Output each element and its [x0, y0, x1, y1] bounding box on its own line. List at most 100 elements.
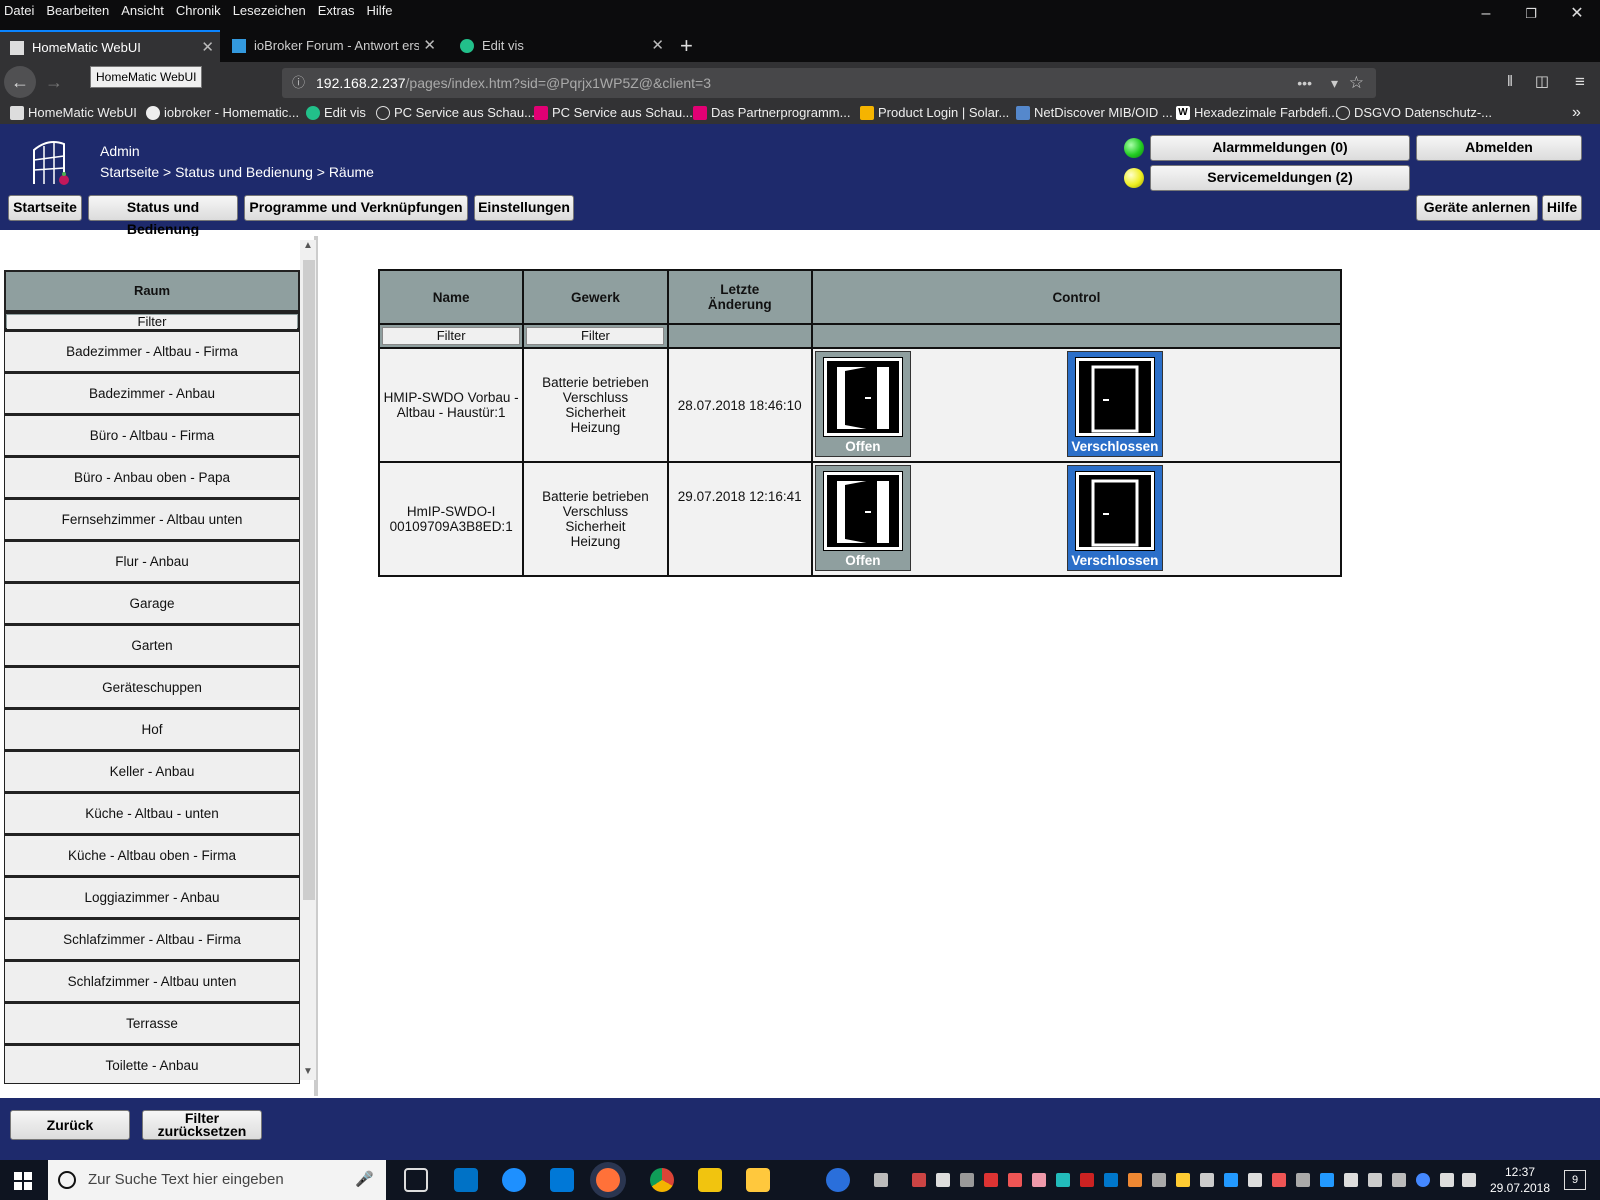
- service-messages-button[interactable]: Servicemeldungen (2): [1150, 165, 1410, 191]
- name-filter-button[interactable]: Filter: [382, 327, 521, 345]
- room-item[interactable]: Büro - Altbau - Firma: [4, 414, 300, 456]
- tray-app-icon[interactable]: [1296, 1173, 1310, 1187]
- network-icon[interactable]: [1440, 1173, 1454, 1187]
- room-item[interactable]: Küche - Altbau oben - Firma: [4, 834, 300, 876]
- bookmark-pc-service-2[interactable]: PC Service aus Schau...: [534, 102, 693, 124]
- bookmark-homematic[interactable]: HomeMatic WebUI: [10, 102, 137, 124]
- tray-app-icon[interactable]: [1248, 1173, 1262, 1187]
- new-tab-icon[interactable]: +: [680, 30, 704, 62]
- acrobat-tray-icon[interactable]: [1080, 1173, 1094, 1187]
- bookmark-product-login[interactable]: Product Login | Solar...: [860, 102, 1009, 124]
- room-item[interactable]: Schlafzimmer - Altbau unten: [4, 960, 300, 1002]
- tray-app-icon[interactable]: [1224, 1173, 1238, 1187]
- scroll-down-icon[interactable]: ▼: [300, 1066, 316, 1077]
- media-player-icon[interactable]: [698, 1168, 722, 1192]
- tray-app-icon[interactable]: [1368, 1173, 1382, 1187]
- outlook-icon[interactable]: [454, 1168, 478, 1192]
- closed-button[interactable]: Verschlossen: [1066, 465, 1163, 571]
- people-icon[interactable]: [874, 1173, 888, 1187]
- url-bar[interactable]: ⓘ 192.168.2.237/pages/index.htm?sid=@Pqr…: [282, 68, 1376, 98]
- onedrive-tray-icon[interactable]: [1320, 1173, 1334, 1187]
- tray-app-icon[interactable]: [1272, 1173, 1286, 1187]
- internet-explorer-icon[interactable]: [502, 1168, 526, 1192]
- close-tab-icon[interactable]: ✕: [651, 30, 664, 62]
- room-item[interactable]: Garage: [4, 582, 300, 624]
- bookmarks-overflow-icon[interactable]: »: [1572, 102, 1581, 124]
- room-item[interactable]: Terrasse: [4, 1002, 300, 1044]
- room-item[interactable]: Geräteschuppen: [4, 666, 300, 708]
- bookmark-netdiscover[interactable]: NetDiscover MIB/OID ...: [1016, 102, 1173, 124]
- tab-iobroker[interactable]: ioBroker Forum - Antwort erste ✕: [222, 30, 442, 62]
- tray-app-icon[interactable]: [1128, 1173, 1142, 1187]
- forward-arrow-icon[interactable]: →: [38, 66, 70, 98]
- close-tab-icon[interactable]: ✕: [419, 30, 436, 62]
- bookmark-iobroker[interactable]: iobroker - Homematic...: [146, 102, 299, 124]
- volume-icon[interactable]: [1462, 1173, 1476, 1187]
- tray-app-icon[interactable]: [1392, 1173, 1406, 1187]
- back-arrow-icon[interactable]: ←: [4, 66, 36, 98]
- nav-status-button[interactable]: Status und Bedienung: [88, 195, 238, 237]
- room-item[interactable]: Büro - Anbau oben - Papa: [4, 456, 300, 498]
- nav-einstellungen-button[interactable]: Einstellungen: [474, 195, 574, 221]
- pocket-icon[interactable]: ▾: [1331, 68, 1338, 98]
- room-item[interactable]: Badezimmer - Altbau - Firma: [4, 330, 300, 372]
- bookmark-edit-vis[interactable]: Edit vis: [306, 102, 366, 124]
- logout-button[interactable]: Abmelden: [1416, 135, 1582, 161]
- room-item[interactable]: Fernsehzimmer - Altbau unten: [4, 498, 300, 540]
- tray-app-icon[interactable]: [1032, 1173, 1046, 1187]
- hamburger-icon[interactable]: ≡: [1564, 66, 1596, 98]
- taskbar-search-input[interactable]: Zur Suche Text hier eingeben 🎤: [48, 1160, 386, 1200]
- scroll-up-icon[interactable]: ▲: [300, 240, 316, 251]
- bluetooth-icon[interactable]: [1416, 1173, 1430, 1187]
- star-icon[interactable]: ☆: [1349, 68, 1364, 98]
- back-button[interactable]: Zurück: [10, 1110, 130, 1140]
- open-button[interactable]: Offen: [814, 351, 911, 457]
- room-item[interactable]: Badezimmer - Anbau: [4, 372, 300, 414]
- menu-hilfe[interactable]: Hilfe: [361, 0, 399, 20]
- tray-app-icon[interactable]: [1056, 1173, 1070, 1187]
- alarm-messages-button[interactable]: Alarmmeldungen (0): [1150, 135, 1410, 161]
- taskbar-clock[interactable]: 12:37 29.07.2018: [1486, 1164, 1554, 1196]
- room-item[interactable]: Flur - Anbau: [4, 540, 300, 582]
- room-item[interactable]: Schlafzimmer - Altbau - Firma: [4, 918, 300, 960]
- bookmark-pc-service-1[interactable]: PC Service aus Schau...: [376, 102, 535, 124]
- tray-app-icon[interactable]: [984, 1173, 998, 1187]
- nav-programme-button[interactable]: Programme und Verknüpfungen: [244, 195, 468, 221]
- tray-app-icon[interactable]: [960, 1173, 974, 1187]
- library-icon[interactable]: ‖: [1494, 66, 1526, 98]
- menu-datei[interactable]: Datei: [0, 0, 40, 20]
- tray-app-icon[interactable]: [1176, 1173, 1190, 1187]
- dropbox-tray-icon[interactable]: [1344, 1173, 1358, 1187]
- file-explorer-icon[interactable]: [746, 1168, 770, 1192]
- nav-startseite-button[interactable]: Startseite: [8, 195, 82, 221]
- menu-ansicht[interactable]: Ansicht: [115, 0, 170, 20]
- room-scrollbar[interactable]: ▲ ▼: [300, 240, 316, 1080]
- tab-homematic[interactable]: HomeMatic WebUI ✕: [0, 30, 220, 62]
- edge-icon[interactable]: [550, 1168, 574, 1192]
- usb-tray-icon[interactable]: [1200, 1173, 1214, 1187]
- bookmark-partnerprogramm[interactable]: Das Partnerprogramm...: [693, 102, 850, 124]
- menu-bearbeiten[interactable]: Bearbeiten: [40, 0, 115, 20]
- chrome-icon[interactable]: [650, 1168, 674, 1192]
- room-item[interactable]: Hof: [4, 708, 300, 750]
- firefox-icon[interactable]: [596, 1168, 620, 1192]
- help-button[interactable]: Hilfe: [1542, 195, 1582, 221]
- sidebar-icon[interactable]: ◫: [1526, 66, 1558, 98]
- more-icon[interactable]: •••: [1297, 68, 1312, 98]
- gewerk-filter-button[interactable]: Filter: [526, 327, 665, 345]
- bookmark-hexadezimale[interactable]: W Hexadezimale Farbdefi...: [1176, 102, 1339, 124]
- room-item[interactable]: Toilette - Anbau: [4, 1044, 300, 1084]
- open-button[interactable]: Offen: [814, 465, 911, 571]
- room-item[interactable]: Küche - Altbau - unten: [4, 792, 300, 834]
- room-item[interactable]: Keller - Anbau: [4, 750, 300, 792]
- notification-center-icon[interactable]: 9: [1564, 1170, 1586, 1190]
- menu-chronik[interactable]: Chronik: [170, 0, 227, 20]
- task-view-icon[interactable]: [404, 1168, 428, 1192]
- room-filter-button[interactable]: Filter: [7, 315, 297, 329]
- tray-app-icon[interactable]: [1152, 1173, 1166, 1187]
- microphone-icon[interactable]: 🎤: [355, 1160, 374, 1200]
- reset-filter-button[interactable]: Filter zurücksetzen: [142, 1110, 262, 1140]
- room-item[interactable]: Loggiazimmer - Anbau: [4, 876, 300, 918]
- close-tab-icon[interactable]: ✕: [201, 32, 214, 64]
- help-app-icon[interactable]: [826, 1168, 850, 1192]
